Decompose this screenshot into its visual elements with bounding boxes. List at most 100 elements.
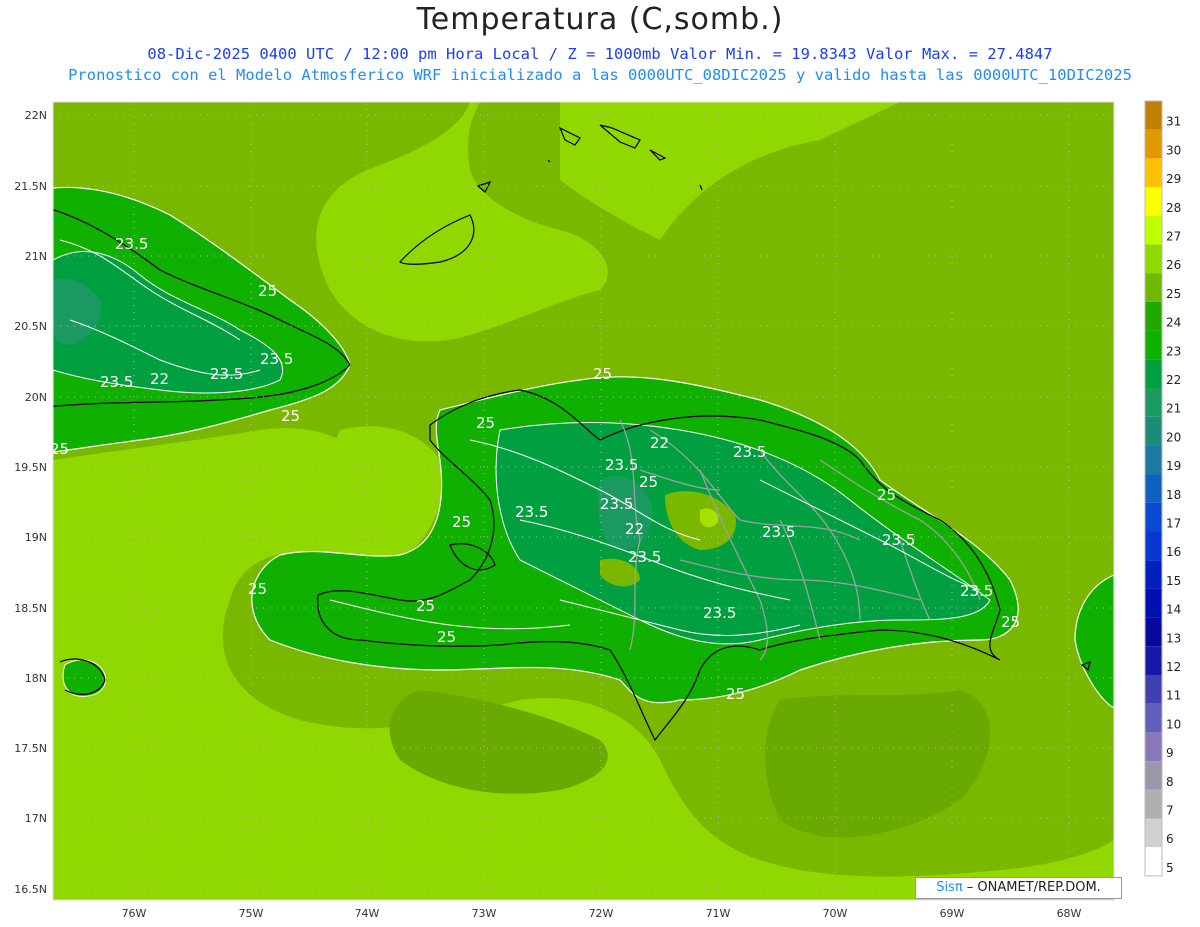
colorbar-label: 20 — [1166, 430, 1181, 444]
contour-label: 23.5 — [100, 373, 133, 391]
contour-label: 23.5 — [605, 456, 638, 474]
lon-tick-label: 76W — [122, 907, 147, 920]
colorbar-swatch — [1145, 244, 1162, 274]
lat-tick-label: 20N — [25, 391, 47, 404]
contour-label: 25 — [476, 414, 495, 432]
lat-tick-label: 17N — [25, 812, 47, 825]
colorbar-swatch — [1145, 761, 1162, 790]
lat-tick-label: 21.5N — [14, 180, 47, 193]
lon-tick-label: 73W — [472, 907, 497, 920]
contour-label: 22 — [150, 370, 169, 388]
contour-label: 25 — [416, 597, 435, 615]
contour-label: 25 — [593, 365, 612, 383]
contour-label: 25 — [437, 628, 456, 646]
colorbar-label: 14 — [1166, 603, 1181, 617]
colorbar-label: 29 — [1166, 172, 1181, 186]
contour-label: 23.5 — [260, 350, 293, 368]
contour-label: 23.5 — [210, 365, 243, 383]
lat-tick-label: 19N — [25, 531, 47, 544]
contour-label: 23.5 — [600, 495, 633, 513]
contour-label: 25 — [639, 473, 658, 491]
map-plot-area: 23.5 25 23.5 22 23.5 23.5 25 25 25 25 22… — [53, 102, 1114, 900]
credit-text: – ONAMET/REP.DOM. — [962, 880, 1101, 895]
colorbar-label: 24 — [1166, 316, 1181, 330]
colorbar-swatch — [1145, 474, 1162, 503]
colorbar-swatch — [1145, 330, 1162, 360]
colorbar-label: 5 — [1166, 861, 1174, 875]
lat-tick-label: 22N — [25, 109, 47, 122]
colorbar-swatch — [1145, 560, 1162, 589]
colorbar-label: 15 — [1166, 574, 1181, 588]
contour-label: 25 — [258, 282, 277, 300]
lon-tick-label: 68W — [1057, 907, 1082, 920]
lon-tick-label: 74W — [355, 907, 380, 920]
lon-tick-label: 69W — [940, 907, 965, 920]
colorbar-label: 22 — [1166, 373, 1181, 387]
colorbar-label: 25 — [1166, 287, 1181, 301]
jamaica-field — [62, 659, 106, 697]
temperature-map: 23.5 25 23.5 22 23.5 23.5 25 25 25 25 22… — [14, 100, 1181, 920]
contour-label: 23.5 — [762, 523, 795, 541]
colorbar-label: 10 — [1166, 717, 1181, 731]
contour-label: 25 — [248, 580, 267, 598]
lat-tick-label: 18.5N — [14, 602, 47, 615]
sispi-logo: Sisπ — [936, 880, 963, 895]
colorbar-swatch — [1145, 617, 1162, 647]
contour-label: 22 — [650, 434, 669, 452]
lon-tick-label: 71W — [706, 907, 731, 920]
colorbar-swatch — [1145, 789, 1162, 819]
contour-label: 22 — [625, 520, 644, 538]
colorbar-label: 28 — [1166, 201, 1181, 215]
colorbar-swatch — [1145, 101, 1162, 130]
longitude-axis: 76W 75W 74W 73W 72W 71W 70W 69W 68W — [122, 907, 1082, 920]
colorbar-swatch — [1145, 273, 1162, 302]
lat-tick-label: 18N — [25, 672, 47, 685]
credit-box: Sisπ – ONAMET/REP.DOM. — [915, 877, 1122, 899]
lat-tick-label: 20.5N — [14, 320, 47, 333]
colorbar-label: 17 — [1166, 517, 1181, 531]
colorbar-swatch — [1145, 301, 1162, 331]
lon-tick-label: 72W — [589, 907, 614, 920]
colorbar-label: 9 — [1166, 746, 1174, 760]
contour-label: 25 — [877, 486, 896, 504]
colorbar-swatch — [1145, 388, 1162, 417]
colorbar-label: 21 — [1166, 402, 1181, 416]
colorbar-swatch — [1145, 187, 1162, 216]
colorbar-swatch — [1145, 732, 1162, 762]
colorbar-label: 7 — [1166, 804, 1174, 818]
lat-tick-label: 16.5N — [14, 883, 47, 896]
colorbar-swatch — [1145, 675, 1162, 704]
latitude-axis: 22N 21.5N 21N 20.5N 20N 19.5N 19N 18.5N … — [14, 109, 47, 896]
contour-label: 23.5 — [515, 503, 548, 521]
contour-label: 23.5 — [960, 582, 993, 600]
colorbar-swatch — [1145, 531, 1162, 561]
contour-label: 25 — [726, 685, 745, 703]
colorbar-label: 18 — [1166, 488, 1181, 502]
contour-label: 23.5 — [115, 235, 148, 253]
colorbar-swatch — [1145, 416, 1162, 446]
colorbar-swatch — [1145, 847, 1162, 876]
contour-label: 23.5 — [733, 443, 766, 461]
colorbar-label: 26 — [1166, 258, 1181, 272]
lat-tick-label: 21N — [25, 250, 47, 263]
contour-label: 25 — [1001, 613, 1020, 631]
contour-label: 25 — [452, 513, 471, 531]
colorbar-swatch — [1145, 502, 1162, 532]
colorbar-swatch — [1145, 703, 1162, 733]
contour-label: 25 — [281, 407, 300, 425]
lon-tick-label: 75W — [239, 907, 264, 920]
colorbar-swatch — [1145, 129, 1162, 159]
colorbar-label: 31 — [1166, 115, 1181, 129]
colorbar-label: 13 — [1166, 631, 1181, 645]
colorbar-label: 27 — [1166, 230, 1181, 244]
colorbar-label: 8 — [1166, 775, 1174, 789]
colorbar-label: 11 — [1166, 689, 1181, 703]
colorbar-swatch — [1145, 588, 1162, 618]
colorbar-swatch — [1145, 158, 1162, 188]
lat-tick-label: 17.5N — [14, 742, 47, 755]
contour-label: 23.5 — [628, 548, 661, 566]
colorbar-label: 16 — [1166, 545, 1181, 559]
colorbar-label: 6 — [1166, 832, 1174, 846]
colorbar-label: 19 — [1166, 459, 1181, 473]
colorbar-label: 23 — [1166, 344, 1181, 358]
